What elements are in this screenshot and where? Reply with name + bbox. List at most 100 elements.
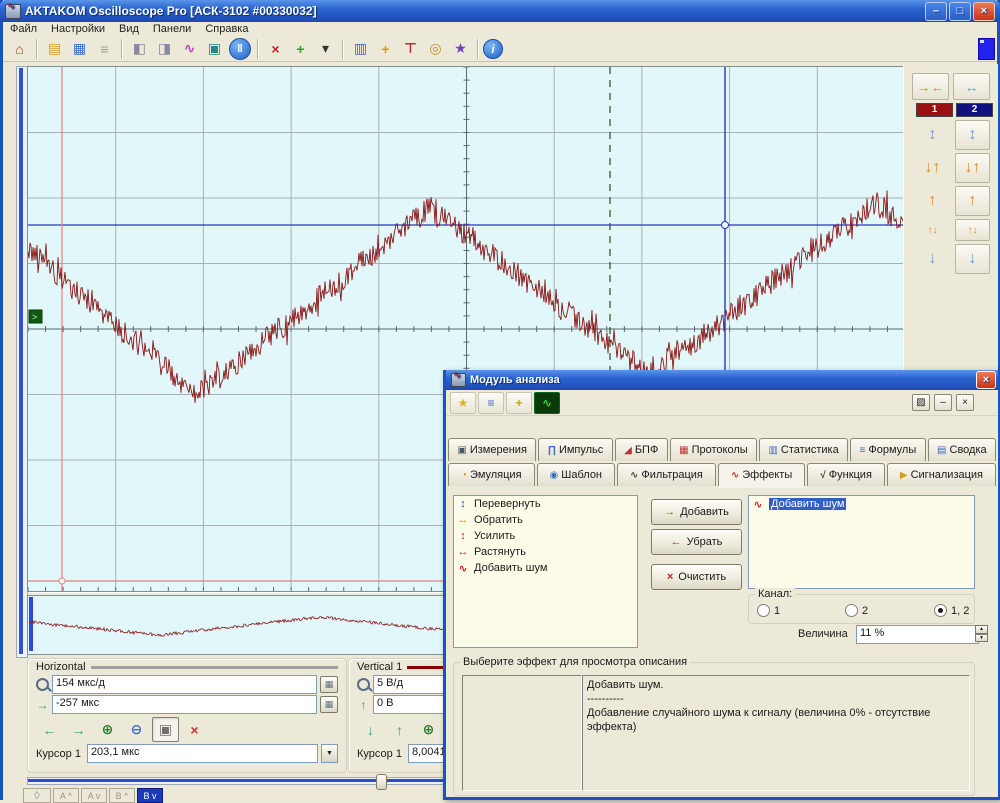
effect-item[interactable]: ↔Обратить bbox=[454, 512, 637, 528]
pan-left-button[interactable]: ← bbox=[36, 717, 63, 742]
copy-data-icon[interactable]: ◨ bbox=[152, 37, 177, 61]
tab-effekty[interactable]: ∿Эффекты bbox=[718, 463, 805, 486]
exit-icon[interactable]: ⌂ bbox=[7, 37, 32, 61]
expand-vertical-button-ch1[interactable]: ↕ bbox=[915, 120, 950, 150]
applied-effects-list[interactable]: ∿Добавить шум bbox=[748, 495, 975, 589]
export-button[interactable]: ▨ bbox=[912, 394, 930, 411]
zoom-in-button[interactable]: ⊕ bbox=[94, 717, 121, 742]
cursor-button-1[interactable]: A v bbox=[81, 788, 107, 803]
available-effects-list[interactable]: ↕Перевернуть↔Обратить↕Усилить↔Растянуть∿… bbox=[453, 495, 638, 648]
measure-cross-icon[interactable]: + bbox=[506, 392, 532, 414]
shift-up-button-ch1[interactable]: ↑ bbox=[915, 186, 950, 216]
dialog-close-button[interactable]: × bbox=[976, 371, 996, 389]
menu-item-4[interactable]: Справка bbox=[198, 23, 255, 35]
tab-protokoly[interactable]: ▦Протоколы bbox=[670, 438, 757, 461]
tab-impuls[interactable]: ∏Импульс bbox=[538, 438, 612, 461]
expand-vertical-button-ch2[interactable]: ↕ bbox=[955, 120, 990, 150]
title-bar[interactable]: AKTAKOM Oscilloscope Pro [АСК-3102 #0033… bbox=[0, 0, 1000, 22]
magnitude-spinner[interactable]: ▲▼ bbox=[975, 625, 988, 642]
menu-item-0[interactable]: Файл bbox=[3, 23, 44, 35]
zoom-window-button[interactable]: ▣ bbox=[152, 717, 179, 742]
pan-right-button[interactable]: → bbox=[65, 717, 92, 742]
effect-item[interactable]: ∿Добавить шум bbox=[749, 496, 974, 512]
offset-manual-input-button[interactable]: ▦ bbox=[320, 696, 338, 713]
wizard-icon[interactable]: ★ bbox=[448, 37, 473, 61]
fine-shift-button-ch2[interactable]: ↑↓ bbox=[955, 219, 990, 241]
effect-item[interactable]: ∿Добавить шум bbox=[454, 560, 637, 576]
spin-up-icon[interactable]: ▲ bbox=[975, 625, 988, 634]
slider-thumb[interactable] bbox=[376, 774, 387, 790]
channel-radio-0[interactable]: 1 bbox=[757, 604, 780, 617]
tab-filtratsiya[interactable]: ∿Фильтрация bbox=[617, 463, 716, 486]
copy-screen-icon[interactable]: ◧ bbox=[127, 37, 152, 61]
open-folder-icon[interactable]: ▤ bbox=[42, 37, 67, 61]
zoom-reset-button[interactable]: × bbox=[181, 717, 208, 742]
pause-button[interactable]: ‖ bbox=[229, 38, 251, 60]
favorites-icon[interactable]: ★ bbox=[450, 392, 476, 414]
close-panel-button[interactable]: × bbox=[956, 394, 974, 411]
compress-horizontal-button[interactable]: →← bbox=[912, 73, 949, 100]
expand-horizontal-button[interactable]: ↔ bbox=[953, 73, 990, 100]
channel-radio-1[interactable]: 2 bbox=[845, 604, 868, 617]
measurements-icon[interactable]: + bbox=[373, 37, 398, 61]
minimize-button[interactable]: – bbox=[925, 2, 947, 21]
zoom-out-button[interactable]: ⊖ bbox=[123, 717, 150, 742]
remove-effect-button[interactable]: ← Убрать bbox=[651, 529, 742, 555]
close-button[interactable]: × bbox=[973, 2, 995, 21]
horizontal-scale-field[interactable]: 154 мкс/д bbox=[52, 675, 317, 694]
shift-up-button[interactable]: ↑ bbox=[386, 717, 413, 742]
shift-up-button-ch2[interactable]: ↑ bbox=[955, 186, 990, 216]
print-icon[interactable]: ≡ bbox=[92, 37, 117, 61]
save-icon[interactable]: ▦ bbox=[67, 37, 92, 61]
info-book-icon[interactable]: ≡ bbox=[478, 392, 504, 414]
zoom-in-button[interactable]: ⊕ bbox=[415, 717, 442, 742]
info-button[interactable]: i bbox=[483, 39, 503, 59]
scope-screen-icon[interactable]: ∿ bbox=[534, 392, 560, 414]
eraser-icon[interactable]: ◊ bbox=[23, 788, 51, 803]
maximize-button[interactable]: □ bbox=[949, 2, 971, 21]
horizontal-cursor-field[interactable]: 203,1 мкс bbox=[87, 744, 318, 763]
close-view-icon[interactable]: × bbox=[263, 37, 288, 61]
magnitude-field[interactable]: 11 % bbox=[856, 625, 979, 644]
cursor-button-0[interactable]: A ^ bbox=[53, 788, 79, 803]
spin-down-icon[interactable]: ▼ bbox=[975, 634, 988, 643]
notebook-icon[interactable]: ▥ bbox=[348, 37, 373, 61]
scale-manual-input-button[interactable]: ▦ bbox=[320, 676, 338, 693]
tab-formuly[interactable]: ≡Формулы bbox=[850, 438, 926, 461]
shift-down-button-ch2[interactable]: ↓ bbox=[955, 244, 990, 274]
fine-shift-button-ch1[interactable]: ↑↓ bbox=[915, 219, 950, 241]
tab-signalizatsiya[interactable]: ▶Сигнализация bbox=[887, 463, 996, 486]
effect-item[interactable]: ↕Усилить bbox=[454, 528, 637, 544]
search-icon[interactable]: ◎ bbox=[423, 37, 448, 61]
minimize-button[interactable]: – bbox=[934, 394, 952, 411]
dropdown-arrow-icon[interactable]: ▾ bbox=[313, 37, 338, 61]
tab-svodka[interactable]: ▤Сводка bbox=[928, 438, 996, 461]
generator-icon[interactable]: ∿ bbox=[177, 37, 202, 61]
compress-vertical-button-ch1[interactable]: ↓↑ bbox=[915, 153, 950, 183]
cursor-button-2[interactable]: B ^ bbox=[109, 788, 135, 803]
cursor-dropdown-button[interactable]: ▼ bbox=[321, 744, 338, 763]
display-mode-icon[interactable]: ▣ bbox=[202, 37, 227, 61]
cursor-button-3[interactable]: B v bbox=[137, 788, 163, 803]
tab-funktsiya[interactable]: √Функция bbox=[807, 463, 885, 486]
effect-item[interactable]: ↕Перевернуть bbox=[454, 496, 637, 512]
add-view-icon[interactable]: + bbox=[288, 37, 313, 61]
tab-izmereniya[interactable]: ▣Измерения bbox=[448, 438, 536, 461]
clear-effects-button[interactable]: × Очистить bbox=[651, 564, 742, 590]
shift-down-button[interactable]: ↓ bbox=[357, 717, 384, 742]
menu-item-2[interactable]: Вид bbox=[112, 23, 146, 35]
compress-vertical-button-ch2[interactable]: ↓↑ bbox=[955, 153, 990, 183]
menu-item-3[interactable]: Панели bbox=[146, 23, 198, 35]
dialog-title-bar[interactable]: Модуль анализа × bbox=[446, 370, 998, 390]
tools-icon[interactable]: ⊤ bbox=[398, 37, 423, 61]
tab-bpf[interactable]: ◢БПФ bbox=[615, 438, 668, 461]
tab-statistika[interactable]: ▥Статистика bbox=[759, 438, 848, 461]
add-effect-button[interactable]: → Добавить bbox=[651, 499, 742, 525]
channel-radio-2[interactable]: 1, 2 bbox=[934, 604, 969, 617]
tab-shablon[interactable]: ◉Шаблон bbox=[537, 463, 615, 486]
menu-item-1[interactable]: Настройки bbox=[44, 23, 112, 35]
horizontal-offset-field[interactable]: -257 мкс bbox=[52, 695, 317, 714]
effect-item[interactable]: ↔Растянуть bbox=[454, 544, 637, 560]
tab-emulyatsiya[interactable]: ◔Эмуляция bbox=[448, 463, 535, 486]
shift-down-button-ch1[interactable]: ↓ bbox=[915, 244, 950, 274]
